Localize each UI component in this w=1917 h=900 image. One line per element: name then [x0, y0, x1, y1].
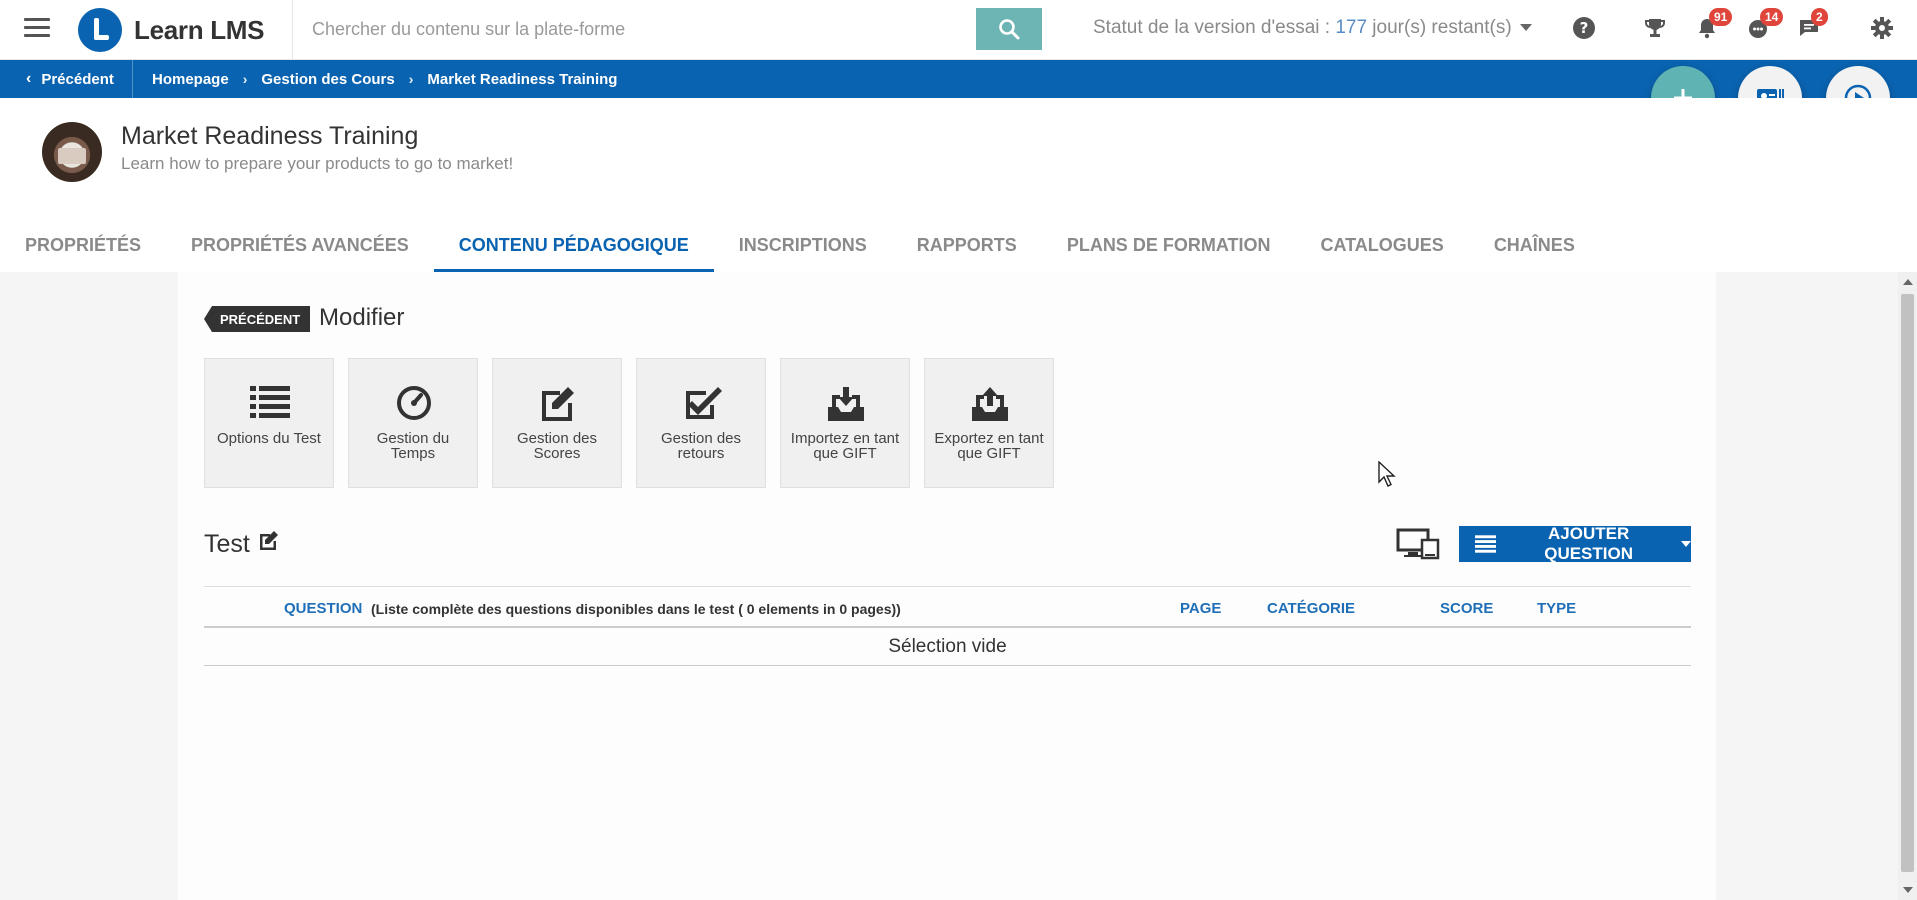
- export-gift-button[interactable]: Exportez en tant que GIFT: [924, 358, 1054, 488]
- edit-icon[interactable]: [258, 530, 280, 559]
- course-avatar: [42, 122, 102, 182]
- chat-badge: 14: [1760, 8, 1784, 26]
- svg-text:?: ?: [1580, 19, 1589, 37]
- tab-properties[interactable]: Propriétés: [0, 218, 166, 272]
- score-management-button[interactable]: Gestion des Scores: [492, 358, 622, 488]
- caret-down-icon: [1681, 541, 1691, 547]
- message-icon[interactable]: 2: [1797, 8, 1828, 44]
- scroll-down-icon[interactable]: [1903, 887, 1913, 893]
- trial-prefix: Statut de la version d'essai :: [1093, 17, 1336, 38]
- notifications-badge: 91: [1709, 8, 1733, 26]
- logo-text: Learn LMS: [134, 14, 265, 45]
- messages-badge: 2: [1811, 8, 1828, 26]
- course-tabs: Propriétés Propriétés avancées Contenu p…: [0, 218, 1600, 272]
- time-management-button[interactable]: Gestion du Temps: [348, 358, 478, 488]
- gear-icon[interactable]: [1870, 16, 1898, 44]
- tool-label: Exportez en tant que GIFT: [934, 430, 1044, 462]
- logo[interactable]: Learn LMS: [78, 6, 265, 54]
- trial-status-dropdown[interactable]: Statut de la version d'essai : 177 jour(…: [1093, 17, 1532, 39]
- device-preview-icon[interactable]: [1396, 528, 1440, 565]
- bell-icon[interactable]: 91: [1695, 8, 1733, 44]
- chevron-right-icon: ›: [242, 71, 248, 87]
- breadcrumb-homepage[interactable]: Homepage: [152, 71, 229, 88]
- menu-icon[interactable]: [24, 18, 50, 40]
- course-header: Market Readiness Training Learn how to p…: [0, 98, 1917, 272]
- column-page[interactable]: PAGE: [1180, 600, 1221, 617]
- top-bar: Learn LMS Statut de la version d'essai :…: [0, 0, 1917, 60]
- tool-label: Gestion des retours: [660, 430, 742, 462]
- tab-learning-content[interactable]: Contenu pédagogique: [433, 218, 714, 272]
- inbox-download-icon: [828, 387, 864, 421]
- test-editor-panel: PRÉCÉDENT Modifier Options du Test Gesti…: [178, 272, 1716, 900]
- checkbox-icon: [686, 387, 722, 419]
- breadcrumb: ‹ Précédent Homepage › Gestion des Cours…: [0, 60, 1917, 98]
- column-category[interactable]: CATÉGORIE: [1267, 600, 1355, 617]
- inbox-upload-icon: [972, 387, 1008, 421]
- trial-suffix: jour(s) restant(s): [1367, 17, 1512, 38]
- edit-icon: [542, 387, 574, 421]
- tab-reports[interactable]: Rapports: [892, 218, 1042, 272]
- questions-table: QUESTION (Liste complète des questions d…: [204, 586, 1691, 666]
- add-question-button[interactable]: AJOUTER QUESTION: [1459, 524, 1691, 563]
- test-options-button[interactable]: Options du Test: [204, 358, 334, 488]
- tool-label: Options du Test: [217, 430, 321, 447]
- tab-channels[interactable]: Chaînes: [1469, 218, 1600, 272]
- tool-label: Gestion des Scores: [516, 430, 598, 462]
- back-label: Précédent: [41, 70, 114, 88]
- scroll-up-icon[interactable]: [1903, 279, 1913, 285]
- chat-icon[interactable]: 14: [1746, 8, 1784, 44]
- tool-label: Importez en tant que GIFT: [790, 430, 900, 462]
- chevron-left-icon: ‹: [26, 70, 32, 87]
- caret-down-icon: [1519, 24, 1532, 32]
- column-score[interactable]: SCORE: [1440, 600, 1493, 617]
- logo-icon: [78, 8, 122, 52]
- test-title: Test: [204, 530, 280, 559]
- test-title-text: Test: [204, 530, 250, 558]
- search-input[interactable]: [296, 8, 976, 50]
- trophy-icon[interactable]: [1643, 16, 1671, 44]
- gauge-icon: [397, 386, 431, 420]
- search-icon: [999, 19, 1020, 40]
- help-icon[interactable]: ?: [1572, 16, 1600, 44]
- empty-selection-row: Sélection vide: [204, 628, 1691, 666]
- course-subtitle: Learn how to prepare your products to go…: [121, 154, 514, 173]
- divider: [292, 0, 293, 60]
- mouse-cursor-icon: [1378, 460, 1396, 492]
- editor-heading: Modifier: [319, 304, 405, 331]
- chevron-right-icon: ›: [408, 71, 414, 87]
- tab-catalogs[interactable]: Catalogues: [1295, 218, 1468, 272]
- feedback-management-button[interactable]: Gestion des retours: [636, 358, 766, 488]
- table-note: (Liste complète des questions disponible…: [371, 601, 901, 617]
- column-type[interactable]: TYPE: [1537, 600, 1576, 617]
- tab-learning-plans[interactable]: Plans de formation: [1042, 218, 1296, 272]
- breadcrumb-course-management[interactable]: Gestion des Cours: [261, 71, 394, 88]
- tab-enrollments[interactable]: Inscriptions: [714, 218, 892, 272]
- tab-advanced-properties[interactable]: Propriétés avancées: [166, 218, 434, 272]
- breadcrumb-items: Homepage › Gestion des Cours › Market Re…: [152, 60, 617, 98]
- scroll-thumb[interactable]: [1901, 294, 1914, 872]
- previous-tag-button[interactable]: PRÉCÉDENT: [204, 306, 311, 332]
- table-header: QUESTION (Liste complète des questions d…: [204, 586, 1691, 628]
- back-button[interactable]: ‹ Précédent: [0, 60, 133, 98]
- column-question[interactable]: QUESTION: [284, 600, 362, 617]
- breadcrumb-current-course[interactable]: Market Readiness Training: [427, 71, 617, 88]
- import-gift-button[interactable]: Importez en tant que GIFT: [780, 358, 910, 488]
- search-button[interactable]: [976, 8, 1042, 50]
- page-scrollbar[interactable]: [1898, 272, 1917, 900]
- tool-label: Gestion du Temps: [376, 430, 450, 462]
- add-question-label: AJOUTER QUESTION: [1544, 524, 1634, 563]
- list-icon: [250, 386, 290, 418]
- trial-days: 177: [1335, 17, 1368, 38]
- list-icon: [1475, 535, 1497, 553]
- course-title: Market Readiness Training: [121, 122, 419, 150]
